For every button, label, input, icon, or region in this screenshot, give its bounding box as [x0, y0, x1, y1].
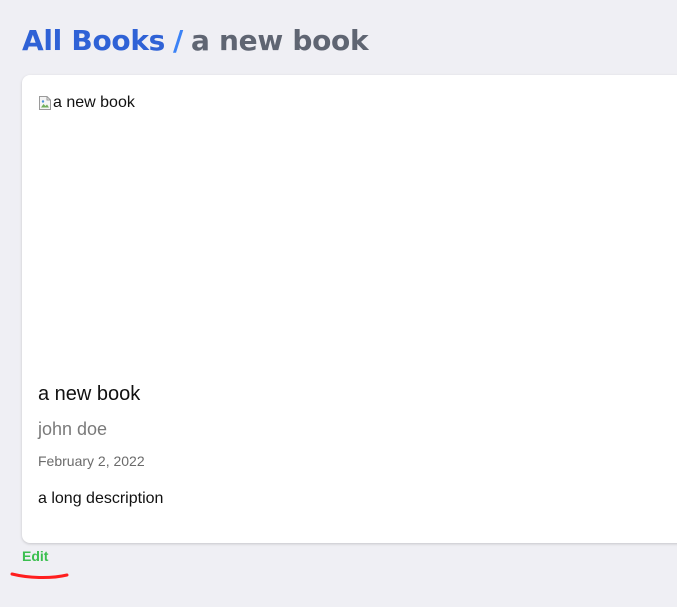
book-title: a new book — [38, 383, 141, 405]
book-cover-image: a new book — [38, 93, 358, 353]
book-card: a new book a new book john doe February … — [22, 75, 677, 543]
broken-image-icon — [39, 96, 51, 110]
all-books-link[interactable]: All Books — [22, 24, 165, 57]
breadcrumb-separator: / — [173, 24, 183, 57]
book-description: a long description — [38, 490, 164, 507]
red-annotation-underline — [10, 572, 69, 579]
cover-alt-text: a new book — [53, 94, 135, 111]
breadcrumb: All Books / a new book — [22, 22, 369, 60]
edit-link[interactable]: Edit — [22, 548, 48, 564]
book-author: john doe — [38, 419, 108, 439]
page-title: a new book — [190, 24, 369, 57]
book-date: February 2, 2022 — [38, 453, 145, 469]
